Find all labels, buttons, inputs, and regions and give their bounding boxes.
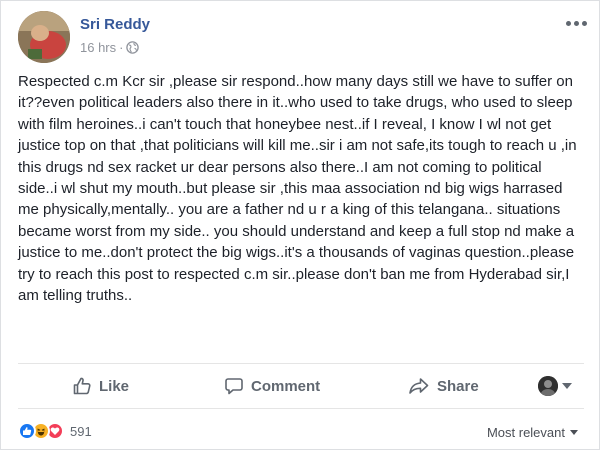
post-meta: 16 hrs · — [80, 40, 140, 55]
meta-separator: · — [119, 40, 124, 55]
thumbs-up-icon — [73, 377, 91, 395]
post-footer: 591 Most relevant — [18, 418, 584, 446]
chevron-down-icon — [570, 430, 578, 435]
post-text: Respected c.m Kcr sir ,please sir respon… — [18, 73, 577, 305]
divider — [18, 408, 584, 409]
post-header: Sri Reddy 16 hrs · — [18, 10, 590, 63]
viewer-avatar — [538, 376, 558, 396]
share-arrow-icon — [409, 378, 429, 394]
comment-label: Comment — [251, 377, 321, 395]
more-options-button[interactable] — [566, 16, 590, 30]
post-timestamp[interactable]: 16 hrs — [80, 40, 116, 55]
like-label: Like — [99, 377, 130, 395]
comment-button[interactable]: Comment — [224, 364, 320, 408]
reaction-summary[interactable]: 591 — [18, 422, 92, 440]
post-as-selector[interactable] — [538, 376, 572, 396]
more-dot-icon — [582, 20, 587, 26]
share-button[interactable]: Share — [408, 364, 479, 408]
reaction-count[interactable]: 591 — [70, 424, 92, 439]
action-bar: Like Comment Share — [18, 364, 584, 408]
comment-sort-dropdown[interactable]: Most relevant — [487, 425, 578, 440]
chevron-down-icon — [562, 383, 572, 389]
like-reaction-icon — [18, 422, 36, 440]
comment-icon — [225, 378, 243, 395]
globe-icon[interactable] — [126, 41, 140, 54]
more-dot-icon — [574, 20, 579, 26]
facebook-post: Sri Reddy 16 hrs · Respected c.m Kcr sir… — [0, 0, 600, 450]
share-label: Share — [437, 377, 479, 395]
like-button[interactable]: Like — [72, 364, 129, 408]
more-dot-icon — [566, 20, 571, 26]
author-avatar[interactable] — [18, 11, 70, 63]
comment-sort-label: Most relevant — [486, 425, 565, 440]
avatar-photo — [18, 11, 70, 63]
author-name[interactable]: Sri Reddy — [80, 16, 150, 33]
